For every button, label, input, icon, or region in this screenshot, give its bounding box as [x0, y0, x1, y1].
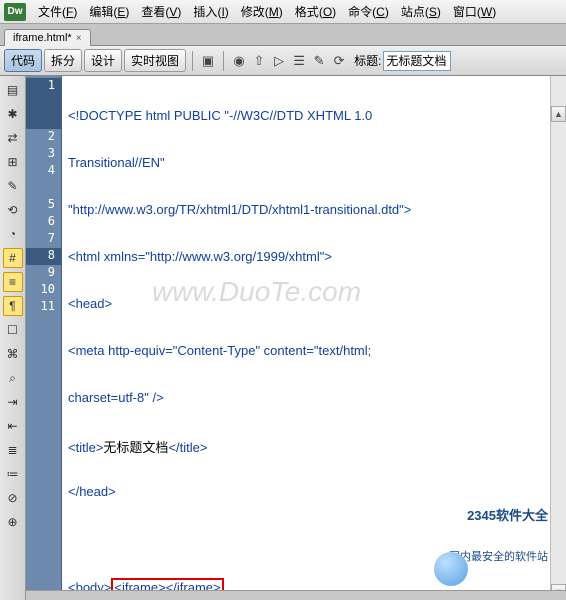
mascot-icon	[434, 552, 468, 586]
line-number: 8	[26, 248, 61, 265]
check-icon[interactable]: ✎	[310, 52, 328, 70]
split-view-button[interactable]: 拆分	[44, 49, 82, 72]
open-docs-icon[interactable]: ▤	[3, 80, 23, 100]
expand-icon[interactable]: ⇄	[3, 128, 23, 148]
outdent-icon[interactable]: ⇤	[3, 416, 23, 436]
menu-commands[interactable]: 命令(C)	[342, 1, 395, 22]
document-tab[interactable]: iframe.html* ×	[4, 29, 91, 46]
hidden-chars-icon[interactable]: ¶	[3, 296, 23, 316]
line-number: 11	[26, 299, 61, 316]
select-parent-icon[interactable]: ⊞	[3, 152, 23, 172]
line-number: 3	[26, 146, 61, 163]
document-toolbar: 代码 拆分 设计 实时视图 ▣ ◉ ⇧ ▷ ☰ ✎ ⟳ 标题:	[0, 46, 566, 76]
close-icon[interactable]: ×	[76, 33, 82, 44]
line-number	[26, 112, 61, 129]
line-number: 7	[26, 231, 61, 248]
tab-label: iframe.html*	[13, 32, 72, 44]
line-number	[26, 95, 61, 112]
menu-insert[interactable]: 插入(I)	[187, 1, 234, 22]
live-view-button[interactable]: 实时视图	[124, 49, 186, 72]
remove-comment-icon[interactable]: ⊘	[3, 488, 23, 508]
line-number: 10	[26, 282, 61, 299]
list-icon[interactable]: ☰	[290, 52, 308, 70]
footer-ad: 2345软件大全 国内最安全的软件站	[449, 469, 548, 588]
wrap-tag-icon[interactable]: ⊕	[3, 512, 23, 532]
format-icon[interactable]: ≣	[3, 440, 23, 460]
code-view-button[interactable]: 代码	[4, 49, 42, 72]
recent-icon[interactable]: ⌕	[3, 368, 23, 388]
separator	[192, 51, 193, 71]
line-number: 9	[26, 265, 61, 282]
line-number: 4	[26, 163, 61, 180]
upload-icon[interactable]: ⇧	[250, 52, 268, 70]
document-title-input[interactable]	[383, 51, 451, 71]
server-icon[interactable]: ▣	[199, 52, 217, 70]
globe-icon[interactable]: ◉	[230, 52, 248, 70]
menu-edit[interactable]: 编辑(E)	[83, 1, 135, 22]
main-area: ▤ ✱ ⇄ ⊞ ✎ ⟲ ◔ # ≡ ¶ ☐ ⌘ ⌕ ⇥ ⇤ ≣ ≔ ⊘ ⊕ 1 …	[0, 76, 566, 600]
word-wrap-icon[interactable]: ≡	[3, 272, 23, 292]
scroll-up-icon[interactable]: ▲	[551, 106, 566, 122]
line-number: 2	[26, 129, 61, 146]
menu-modify[interactable]: 修改(M)	[235, 1, 289, 22]
line-numbers-icon[interactable]: ⟲	[3, 200, 23, 220]
menu-view[interactable]: 查看(V)	[135, 1, 187, 22]
line-number-gutter: 1 2 3 4 5 6 7 8 9 10 11	[26, 76, 62, 600]
code-toolbar: ▤ ✱ ⇄ ⊞ ✎ ⟲ ◔ # ≡ ¶ ☐ ⌘ ⌕ ⇥ ⇤ ≣ ≔ ⊘ ⊕	[0, 76, 26, 600]
indent-icon[interactable]: ⇥	[3, 392, 23, 412]
syntax-error-icon[interactable]: #	[3, 248, 23, 268]
menu-file[interactable]: 文件(F)	[32, 1, 83, 22]
flag-icon[interactable]: ▷	[270, 52, 288, 70]
title-label: 标题:	[354, 52, 381, 69]
status-strip	[26, 590, 566, 600]
balance-braces-icon[interactable]: ✎	[3, 176, 23, 196]
highlight-icon[interactable]: ◔	[3, 224, 23, 244]
app-logo: Dw	[4, 3, 26, 21]
line-number: 5	[26, 197, 61, 214]
collapse-icon[interactable]: ✱	[3, 104, 23, 124]
code-editor[interactable]: <!DOCTYPE html PUBLIC "-//W3C//DTD XHTML…	[62, 76, 566, 600]
document-tab-bar: iframe.html* ×	[0, 24, 566, 46]
snippet-icon[interactable]: ⌘	[3, 344, 23, 364]
separator	[223, 51, 224, 71]
line-number	[26, 180, 61, 197]
design-view-button[interactable]: 设计	[84, 49, 122, 72]
vertical-scrollbar[interactable]: ▲ ▼	[550, 76, 566, 600]
line-number: 1	[26, 78, 61, 95]
line-number: 6	[26, 214, 61, 231]
comment-icon[interactable]: ☐	[3, 320, 23, 340]
menu-format[interactable]: 格式(O)	[289, 1, 342, 22]
menu-bar: Dw 文件(F) 编辑(E) 查看(V) 插入(I) 修改(M) 格式(O) 命…	[0, 0, 566, 24]
ad-line1: 2345软件大全	[449, 505, 548, 524]
menu-site[interactable]: 站点(S)	[395, 1, 447, 22]
apply-comment-icon[interactable]: ≔	[3, 464, 23, 484]
refresh-icon[interactable]: ⟳	[330, 52, 348, 70]
menu-window[interactable]: 窗口(W)	[447, 1, 502, 22]
